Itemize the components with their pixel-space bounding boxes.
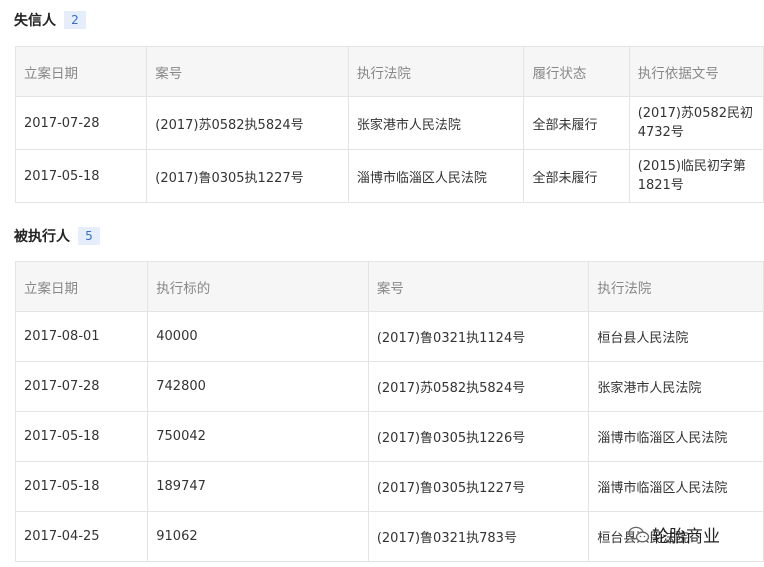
execution-amount: 189747 bbox=[147, 461, 369, 512]
executed-table: 立案日期 执行标的 案号 执行法院 2017-08-01 40000 (2017… bbox=[14, 261, 764, 562]
wechat-icon bbox=[628, 526, 650, 542]
table-row: 2017-05-18 (2017)鲁0305执1227号 淄博市临淄区人民法院 … bbox=[14, 149, 764, 203]
executed-title: 被执行人 bbox=[14, 229, 70, 245]
case-number: (2017)鲁0305执1227号 bbox=[367, 461, 590, 512]
case-number: (2017)苏0582执5824号 bbox=[367, 361, 590, 412]
filing-date: 2017-05-18 bbox=[14, 461, 149, 512]
filing-date: 2017-07-28 bbox=[14, 96, 148, 150]
court: 淄博市临淄区人民法院 bbox=[588, 411, 764, 462]
performance-status: 全部未履行 bbox=[523, 96, 630, 150]
column-header: 案号 bbox=[146, 46, 349, 97]
watermark: 轮胎商业 bbox=[628, 522, 720, 547]
column-header: 立案日期 bbox=[14, 261, 149, 312]
performance-status: 全部未履行 bbox=[523, 149, 630, 203]
table-row: 2017-05-18 750042 (2017)鲁0305执1226号 淄博市临… bbox=[14, 411, 764, 462]
case-number: (2017)鲁0305执1227号 bbox=[146, 149, 349, 203]
basis-document-number: (2017)苏0582民初4732号 bbox=[628, 96, 764, 150]
filing-date: 2017-05-18 bbox=[14, 149, 148, 203]
table-header-row: 立案日期 执行标的 案号 执行法院 bbox=[14, 261, 764, 312]
filing-date: 2017-04-25 bbox=[14, 511, 149, 562]
case-number: (2017)苏0582执5824号 bbox=[146, 96, 349, 150]
case-number: (2017)鲁0321执783号 bbox=[367, 511, 590, 562]
dishonest-table: 立案日期 案号 执行法院 履行状态 执行依据文号 2017-07-28 (201… bbox=[14, 46, 764, 203]
column-header: 执行法院 bbox=[588, 261, 764, 312]
column-header: 立案日期 bbox=[14, 46, 148, 97]
dishonest-title: 失信人 bbox=[14, 13, 56, 29]
column-header: 履行状态 bbox=[523, 46, 630, 97]
executed-section-title: 被执行人 5 bbox=[14, 226, 100, 246]
court: 淄博市临淄区人民法院 bbox=[347, 149, 525, 203]
filing-date: 2017-08-01 bbox=[14, 311, 149, 362]
court: 桓台县人民法院 bbox=[588, 311, 764, 362]
court: 淄博市临淄区人民法院 bbox=[588, 461, 764, 512]
column-header: 案号 bbox=[367, 261, 590, 312]
column-header: 执行法院 bbox=[347, 46, 525, 97]
execution-amount: 750042 bbox=[147, 411, 369, 462]
execution-amount: 742800 bbox=[147, 361, 369, 412]
execution-amount: 40000 bbox=[147, 311, 369, 362]
court: 张家港市人民法院 bbox=[588, 361, 764, 412]
court: 张家港市人民法院 bbox=[347, 96, 525, 150]
column-header: 执行标的 bbox=[147, 261, 369, 312]
table-header-row: 立案日期 案号 执行法院 履行状态 执行依据文号 bbox=[14, 46, 764, 97]
watermark-text: 轮胎商业 bbox=[652, 527, 720, 547]
executed-count-badge: 5 bbox=[78, 227, 100, 245]
table-row: 2017-07-28 (2017)苏0582执5824号 张家港市人民法院 全部… bbox=[14, 96, 764, 150]
filing-date: 2017-05-18 bbox=[14, 411, 149, 462]
execution-amount: 91062 bbox=[147, 511, 369, 562]
dishonest-section-title: 失信人 2 bbox=[14, 10, 86, 30]
table-row: 2017-08-01 40000 (2017)鲁0321执1124号 桓台县人民… bbox=[14, 311, 764, 362]
table-row: 2017-07-28 742800 (2017)苏0582执5824号 张家港市… bbox=[14, 361, 764, 412]
case-number: (2017)鲁0321执1124号 bbox=[367, 311, 590, 362]
column-header: 执行依据文号 bbox=[628, 46, 764, 97]
dishonest-count-badge: 2 bbox=[64, 11, 86, 29]
filing-date: 2017-07-28 bbox=[14, 361, 149, 412]
page: 失信人 2 立案日期 案号 执行法院 履行状态 执行依据文号 2017-07-2… bbox=[0, 0, 764, 567]
table-row: 2017-05-18 189747 (2017)鲁0305执1227号 淄博市临… bbox=[14, 461, 764, 512]
case-number: (2017)鲁0305执1226号 bbox=[367, 411, 590, 462]
basis-document-number: (2015)临民初字第1821号 bbox=[628, 149, 764, 203]
